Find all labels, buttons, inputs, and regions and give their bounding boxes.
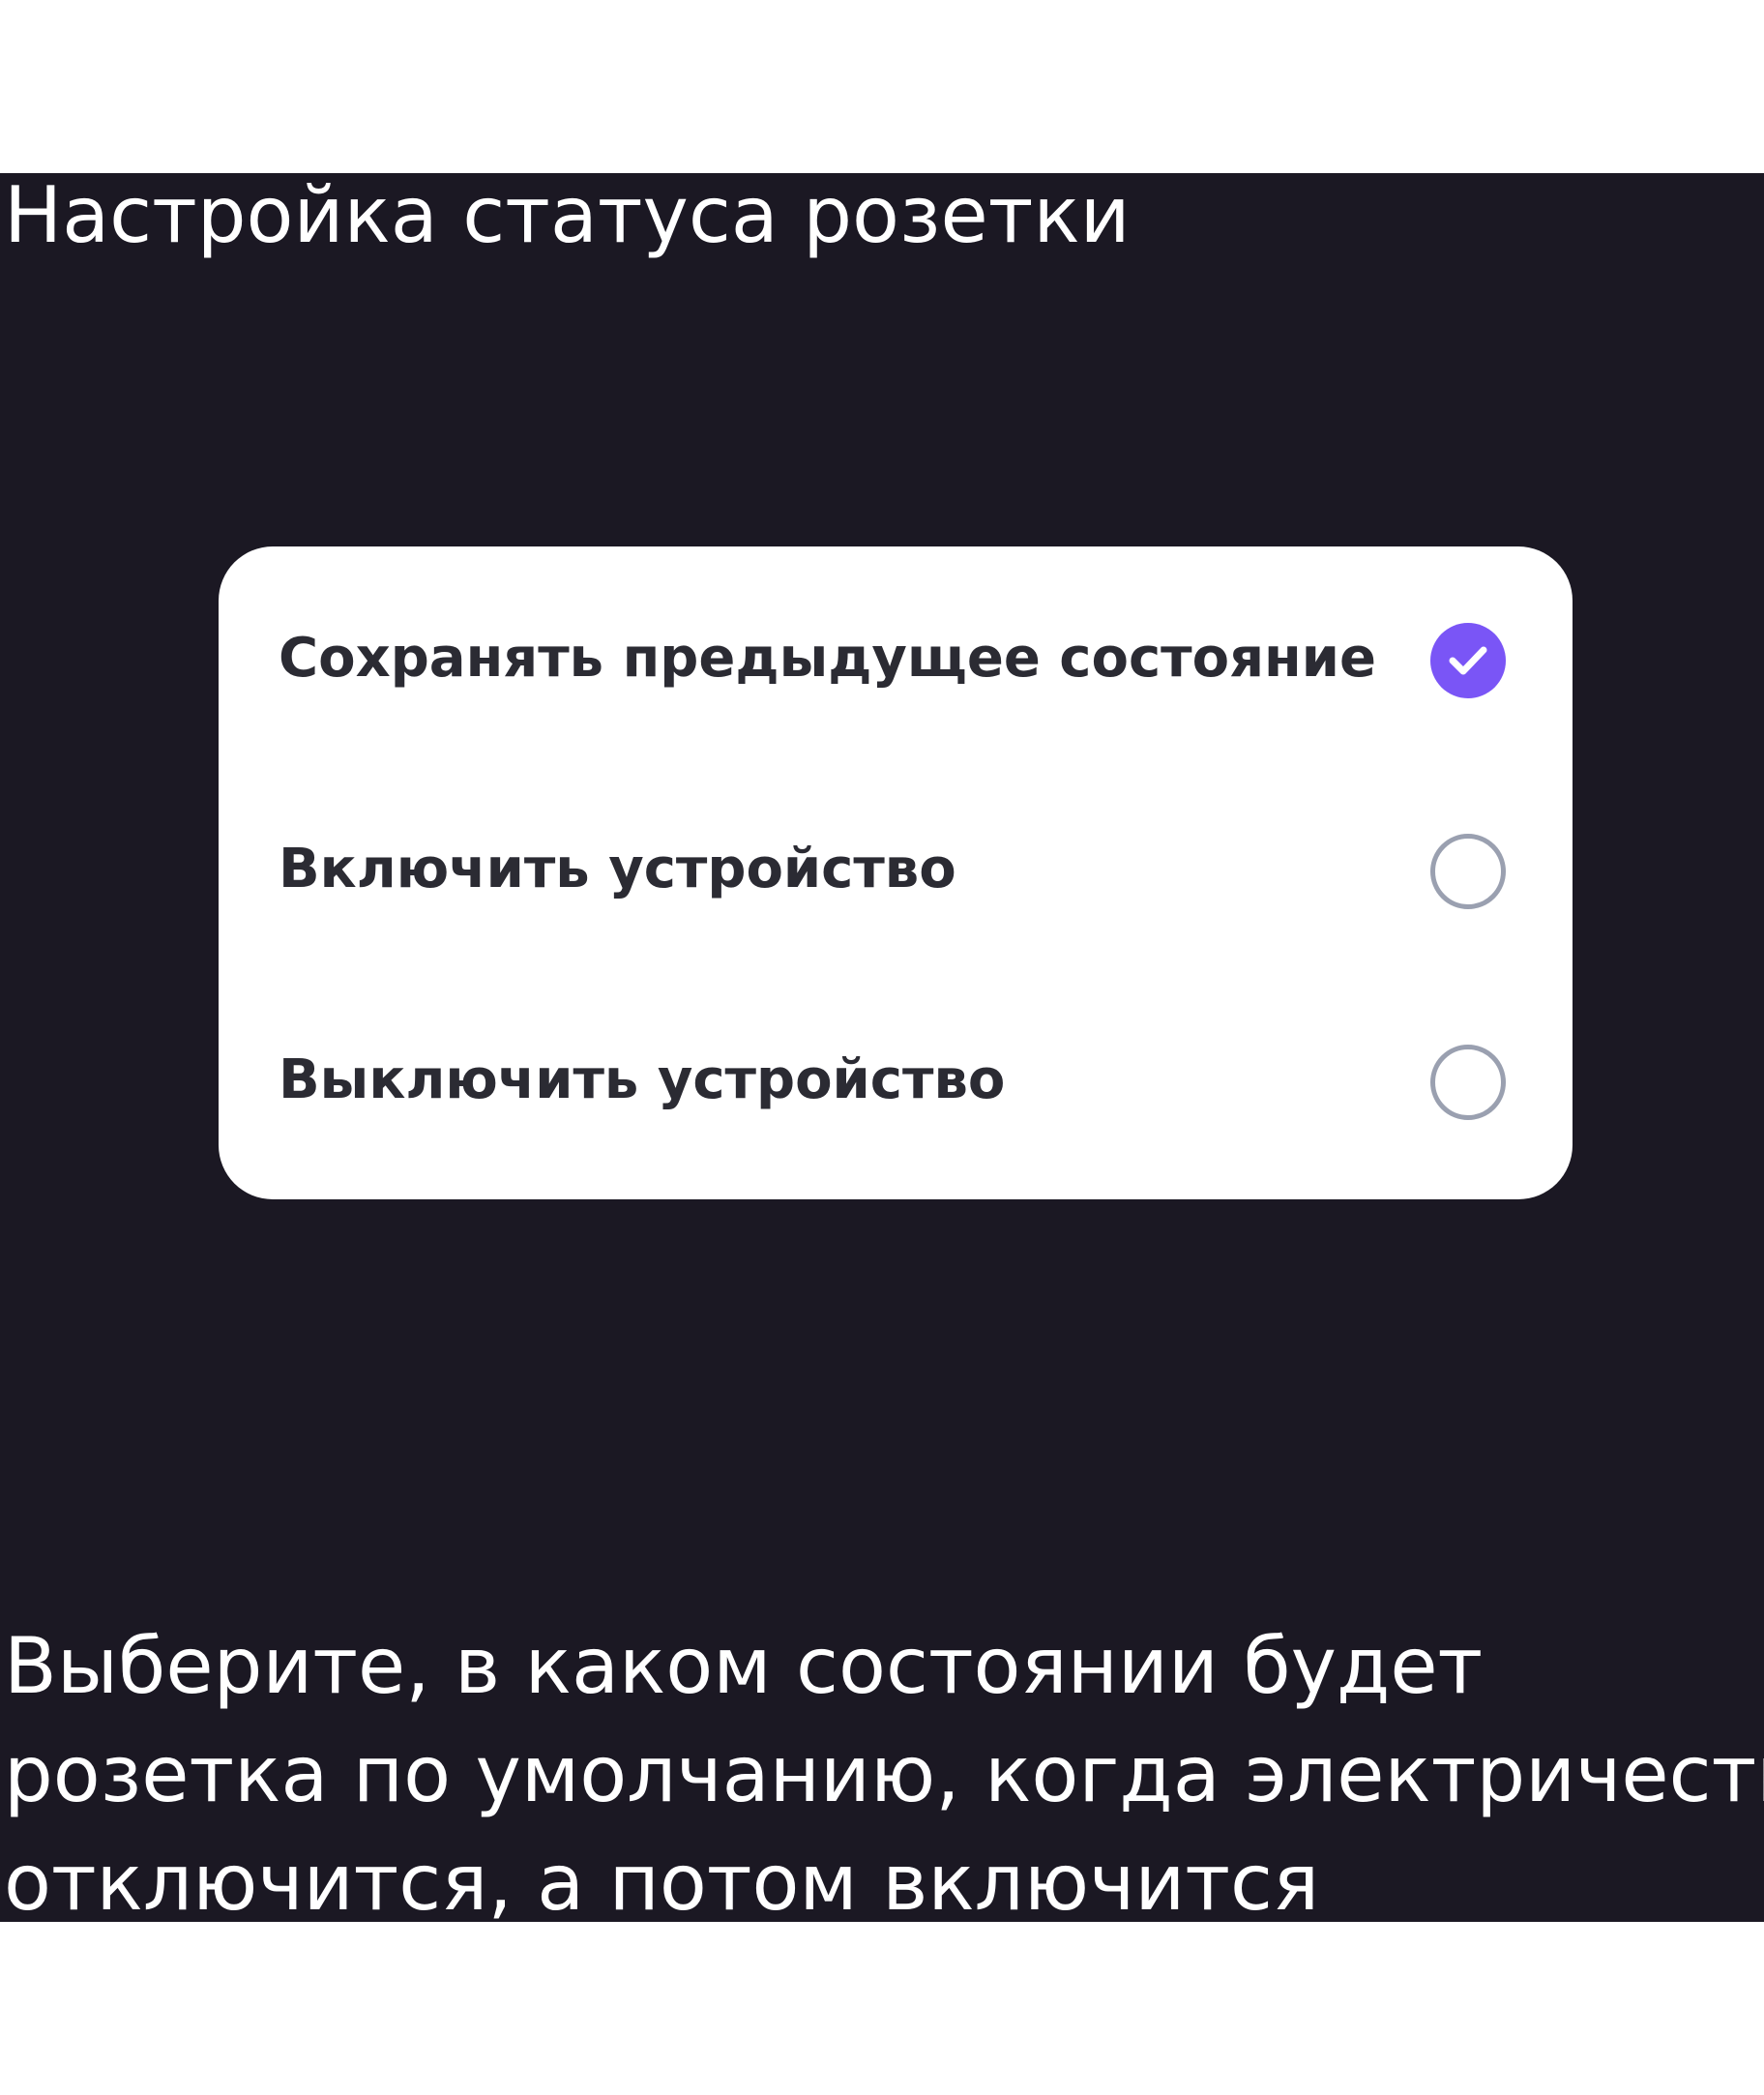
- option-keep-previous-state[interactable]: Сохранять предыдущее состояние: [219, 546, 1573, 757]
- option-label: Включить устройство: [279, 838, 956, 900]
- description-text: Выберите, в каком состоянии будет розетк…: [4, 1612, 1764, 1922]
- description-line: розетка по умолчанию, когда электричеств…: [4, 1729, 1764, 1819]
- radio-empty-icon[interactable]: [1430, 1045, 1506, 1120]
- option-label: Сохранять предыдущее состояние: [279, 627, 1376, 690]
- radio-empty-icon[interactable]: [1430, 834, 1506, 909]
- description-line: отключится, а потом включится: [4, 1838, 1320, 1922]
- options-card: Сохранять предыдущее состояние Включить …: [219, 546, 1573, 1199]
- check-icon: [1449, 646, 1487, 675]
- description-line: Выберите, в каком состоянии будет: [4, 1621, 1484, 1711]
- page-title: Настройка статуса розетки: [4, 173, 1131, 260]
- radio-checked-icon[interactable]: [1430, 623, 1506, 698]
- option-turn-off-device[interactable]: Выключить устройство: [219, 968, 1573, 1179]
- option-turn-on-device[interactable]: Включить устройство: [219, 757, 1573, 968]
- main-panel: Настройка статуса розетки Сохранять пред…: [0, 173, 1764, 1922]
- option-label: Выключить устройство: [279, 1048, 1006, 1111]
